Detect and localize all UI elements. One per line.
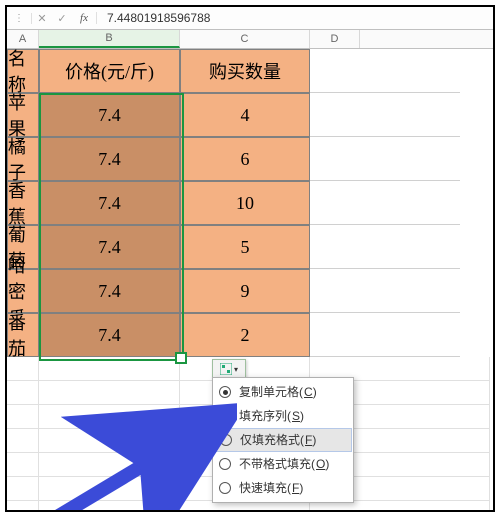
cell-price[interactable]: 7.4 — [39, 93, 180, 137]
menu-label: 复制单元格 — [239, 383, 299, 401]
table-row: 番茄 7.4 2 — [7, 313, 493, 357]
cell-price[interactable]: 7.4 — [39, 269, 180, 313]
column-header-row: A B C D — [7, 30, 493, 49]
menu-label: 填充序列 — [239, 407, 287, 425]
cell-qty[interactable]: 10 — [180, 181, 310, 225]
cell-blank[interactable] — [310, 137, 460, 181]
menu-label: 快速填充 — [239, 479, 287, 497]
autofill-icon — [220, 363, 232, 375]
radio-icon — [219, 458, 231, 470]
table-row: 葡萄 7.4 5 — [7, 225, 493, 269]
formula-value[interactable]: 7.44801918596788 — [97, 11, 210, 25]
table-row: 橘子 7.4 6 — [7, 137, 493, 181]
cell-name[interactable]: 苹果 — [7, 93, 39, 137]
cell-price[interactable]: 7.4 — [39, 181, 180, 225]
dropdown-icon: ▾ — [234, 365, 238, 374]
menu-fill-without-format[interactable]: 不带格式填充(O) — [213, 452, 353, 476]
menu-fill-format-only[interactable]: 仅填充格式(F) — [214, 428, 352, 452]
cell-qty[interactable]: 6 — [180, 137, 310, 181]
table-row: 香蕉 7.4 10 — [7, 181, 493, 225]
spreadsheet-grid[interactable]: 名称 价格(元/斤) 购买数量 苹果 7.4 4 橘子 7.4 6 香蕉 7.4… — [7, 49, 493, 512]
autofill-options-menu: 复制单元格(C) 填充序列(S) 仅填充格式(F) 不带格式填充(O) 快速填充… — [212, 377, 354, 503]
menu-fill-series[interactable]: 填充序列(S) — [213, 404, 353, 428]
cell-price-header[interactable]: 价格(元/斤) — [39, 49, 180, 93]
col-header-d[interactable]: D — [310, 30, 360, 48]
cell-blank[interactable] — [310, 225, 460, 269]
cell-price[interactable]: 7.4 — [39, 137, 180, 181]
cell-price[interactable]: 7.4 — [39, 313, 180, 357]
cell-blank[interactable] — [310, 269, 460, 313]
radio-icon — [219, 410, 231, 422]
cell-blank[interactable] — [310, 313, 460, 357]
col-header-c[interactable]: C — [180, 30, 310, 48]
col-header-b[interactable]: B — [39, 30, 180, 48]
autofill-options-button[interactable]: ▾ — [212, 359, 246, 379]
table-row: 哈密瓜 7.4 9 — [7, 269, 493, 313]
radio-icon — [219, 386, 231, 398]
cell-blank[interactable] — [310, 49, 460, 93]
cell-price[interactable]: 7.4 — [39, 225, 180, 269]
cell-qty[interactable]: 2 — [180, 313, 310, 357]
menu-label: 不带格式填充 — [239, 455, 311, 473]
cell-name-header[interactable]: 名称 — [7, 49, 39, 93]
cell-name[interactable]: 哈密瓜 — [7, 269, 39, 313]
radio-icon — [219, 482, 231, 494]
cell-blank[interactable] — [310, 181, 460, 225]
cell-qty[interactable]: 4 — [180, 93, 310, 137]
menu-label: 仅填充格式 — [240, 431, 300, 449]
fx-button[interactable]: fx — [72, 12, 97, 24]
cell-name[interactable]: 橘子 — [7, 137, 39, 181]
table-header-row: 名称 价格(元/斤) 购买数量 — [7, 49, 493, 93]
formula-cancel-button[interactable]: ✕ — [32, 12, 52, 25]
formula-bar: ⋮ ✕ ✓ fx 7.44801918596788 — [7, 7, 493, 30]
fill-handle[interactable] — [175, 352, 187, 364]
table-row: 苹果 7.4 4 — [7, 93, 493, 137]
cell-name[interactable]: 香蕉 — [7, 181, 39, 225]
formula-confirm-button[interactable]: ✓ — [52, 12, 72, 25]
app-frame: ⋮ ✕ ✓ fx 7.44801918596788 A B C D 名称 价格(… — [5, 5, 495, 512]
cell-qty-header[interactable]: 购买数量 — [180, 49, 310, 93]
menu-copy-cells[interactable]: 复制单元格(C) — [213, 380, 353, 404]
radio-icon — [220, 434, 232, 446]
cell-qty[interactable]: 5 — [180, 225, 310, 269]
cell-blank[interactable] — [310, 93, 460, 137]
cell-name[interactable]: 番茄 — [7, 313, 39, 357]
namebox-dropdown-icon[interactable]: ⋮ — [7, 13, 32, 24]
cell-qty[interactable]: 9 — [180, 269, 310, 313]
menu-flash-fill[interactable]: 快速填充(F) — [213, 476, 353, 500]
